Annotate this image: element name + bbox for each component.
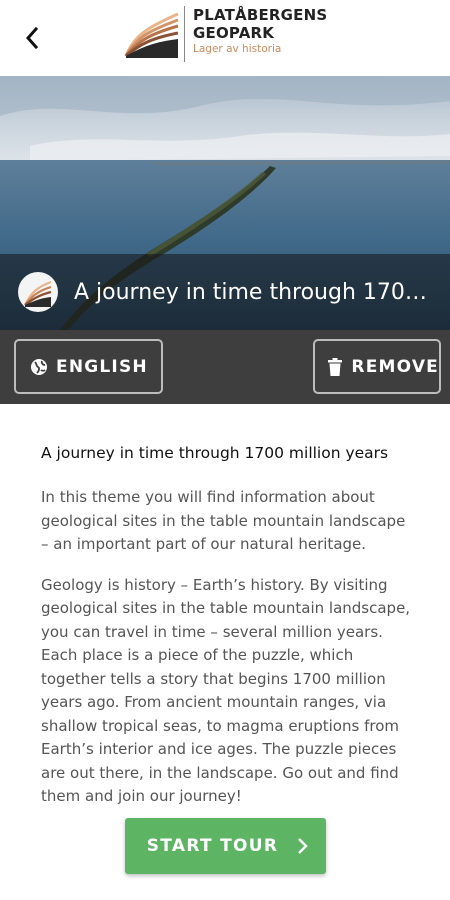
logo-name-line1: PLATÅBERGENS: [193, 6, 328, 24]
logo-name-line2: GEOPARK: [193, 24, 275, 42]
logo-divider: [184, 6, 185, 62]
geopark-logo: PLATÅBERGENS GEOPARK Lager av historia: [124, 6, 327, 62]
back-button[interactable]: [14, 20, 50, 56]
chevron-right-icon: [298, 838, 308, 854]
hero-title: A journey in time through 170…: [74, 279, 427, 305]
start-tour-label: START TOUR: [146, 836, 279, 856]
geopark-logo-icon: [124, 12, 179, 58]
content-paragraph-1: In this theme you will find information …: [41, 488, 406, 553]
globe-icon: [30, 358, 48, 376]
content-paragraph-2: Geology is history – Earth’s history. By…: [41, 575, 411, 806]
theme-description: A journey in time through 1700 million y…: [41, 440, 411, 826]
start-tour-button[interactable]: START TOUR: [125, 818, 326, 874]
hero-image: A journey in time through 170…: [0, 76, 450, 330]
theme-logo-icon: [18, 272, 58, 312]
hero-title-bar: A journey in time through 170…: [0, 254, 450, 330]
remove-label: REMOVE: [351, 356, 439, 377]
logo-tagline: Lager av historia: [193, 43, 282, 55]
remove-button[interactable]: REMOVE: [313, 339, 441, 394]
language-button[interactable]: ENGLISH: [14, 339, 163, 394]
app-header: PLATÅBERGENS GEOPARK Lager av historia: [0, 0, 450, 76]
trash-icon: [327, 357, 343, 376]
language-label: ENGLISH: [56, 356, 148, 377]
action-bar: ENGLISH REMOVE: [0, 330, 450, 404]
chevron-left-icon: [25, 26, 39, 50]
content-heading: A journey in time through 1700 million y…: [41, 444, 389, 462]
